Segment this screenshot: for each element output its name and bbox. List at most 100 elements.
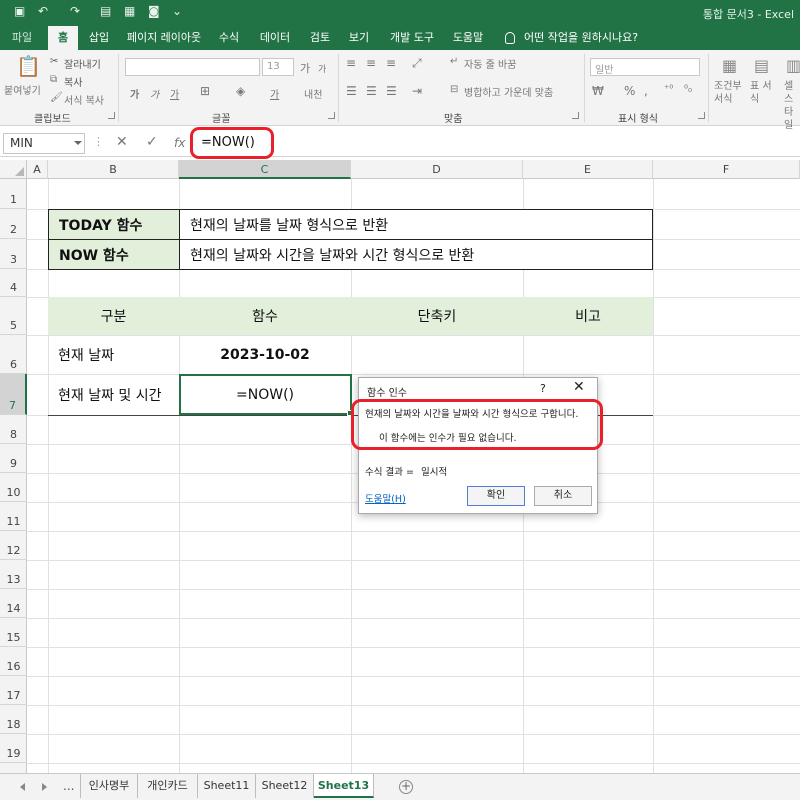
row-header-1[interactable]: 1 [0,179,27,209]
insert-function-button[interactable]: fx [174,136,185,150]
sheet-icon[interactable]: ▦ [124,4,135,18]
row-header-2[interactable]: 2 [0,209,27,239]
tab-data[interactable]: 데이터 [254,26,296,50]
sheet-tab-insa[interactable]: 인사명부 [80,774,138,798]
merge-center-button[interactable]: 병합하고 가운데 맞춤 [464,84,553,99]
font-color-button[interactable]: 가 [270,86,279,101]
cell-c3-now-desc[interactable]: 현재의 날짜와 시간을 날짜와 시간 형식으로 반환 [179,239,653,270]
cell-c6-date-value[interactable]: 2023-10-02 [179,335,351,374]
help-link[interactable]: 도움말(H) [365,491,406,505]
sheet-tab-sheet12[interactable]: Sheet12 [256,774,314,798]
tab-page-layout[interactable]: 페이지 레이아웃 [124,26,204,50]
select-all-button[interactable] [0,160,27,179]
align-middle-icon[interactable]: ≡ [366,56,376,70]
print-preview-icon[interactable]: ▤ [100,4,111,18]
number-format-combo[interactable]: 일반 [590,58,700,76]
row-header-18[interactable]: 18 [0,705,27,734]
tab-file[interactable]: 파일 [6,26,38,50]
sheet-next-icon[interactable] [42,783,47,791]
cancel-button[interactable]: 취소 [534,486,592,506]
row-header-19[interactable]: 19 [0,734,27,763]
format-as-table-icon[interactable]: ▤ [754,56,769,75]
wrap-text-icon[interactable]: ↵ [450,56,458,67]
tab-help[interactable]: 도움말 [448,26,488,50]
row-header-15[interactable]: 15 [0,618,27,647]
row-header-16[interactable]: 16 [0,647,27,676]
cell-c2-today-desc[interactable]: 현재의 날짜를 날짜 형식으로 반환 [179,209,653,240]
format-painter-button[interactable]: 서식 복사 [64,92,104,107]
tab-review[interactable]: 검토 [304,26,336,50]
cell-styles-button[interactable]: 셀 스타일 [784,80,798,132]
column-header-f[interactable]: F [653,160,800,179]
dialog-close-button[interactable]: ✕ [573,379,585,395]
indent-icon[interactable]: ⇥ [412,84,422,98]
column-header-a[interactable]: A [27,160,48,179]
grow-font-button[interactable]: 가 [300,60,310,76]
align-center-icon[interactable]: ☰ [366,84,377,98]
align-right-icon[interactable]: ☰ [386,84,397,98]
cell-b2-today-name[interactable]: TODAY 함수 [48,209,180,240]
row-header-9[interactable]: 9 [0,444,27,473]
increase-decimal-icon[interactable]: ⁺⁰ [664,84,673,95]
font-name-combo[interactable] [125,58,260,76]
column-header-e[interactable]: E [523,160,653,179]
sheet-more-button[interactable]: ... [63,779,74,793]
header-note[interactable]: 비고 [523,297,653,335]
merge-center-icon[interactable]: ⊟ [450,84,458,95]
accounting-format-icon[interactable]: ₩ [592,84,604,98]
column-header-b[interactable]: B [48,160,179,179]
tab-home[interactable]: 홈 [48,26,78,50]
header-category[interactable]: 구분 [48,297,179,335]
cancel-formula-button[interactable]: ✕ [116,134,128,150]
name-box[interactable]: MIN [3,133,85,154]
alignment-launcher-icon[interactable] [572,112,579,119]
phonetic-button[interactable]: 내천 [304,86,322,101]
font-size-combo[interactable]: 13 [262,58,294,76]
dialog-help-button[interactable]: ? [540,382,546,395]
formula-input[interactable]: =NOW() [195,133,795,154]
camera-icon[interactable]: ◙ [148,4,160,18]
fill-color-icon[interactable]: ◈ [236,84,245,98]
align-top-icon[interactable]: ≡ [346,56,356,70]
tab-view[interactable]: 보기 [344,26,374,50]
borders-icon[interactable]: ⊞ [200,84,210,98]
decrease-decimal-icon[interactable]: ⁰₀ [684,84,692,95]
customize-qat-icon[interactable]: ⌄ [172,4,182,18]
formula-bar-grip-icon[interactable]: ⋮ [93,135,104,148]
row-header-7[interactable]: 7 [0,374,27,415]
percent-button[interactable]: % [624,84,635,98]
align-bottom-icon[interactable]: ≡ [386,56,396,70]
underline-button[interactable]: 가 [170,86,179,101]
format-as-table-button[interactable]: 표 서식 [750,80,776,106]
clipboard-launcher-icon[interactable] [108,112,115,119]
add-sheet-button[interactable]: + [399,780,413,794]
conditional-formatting-button[interactable]: 조건부 서식 [714,80,746,106]
header-function[interactable]: 함수 [179,297,351,335]
undo-icon[interactable]: ↶ [38,4,48,18]
cut-icon[interactable]: ✂ [50,56,58,67]
copy-icon[interactable]: ⧉ [50,74,57,85]
paste-icon[interactable]: 📋 [16,54,41,78]
tab-developer[interactable]: 개발 도구 [384,26,440,50]
row-header-4[interactable]: 4 [0,269,27,297]
shrink-font-button[interactable]: 가 [318,62,326,75]
row-header-17[interactable]: 17 [0,676,27,705]
font-launcher-icon[interactable] [328,112,335,119]
cut-button[interactable]: 잘라내기 [64,56,101,71]
row-header-5[interactable]: 5 [0,297,27,335]
paste-button[interactable]: 붙여넣기 [4,82,41,97]
enter-formula-button[interactable]: ✓ [146,134,158,150]
wrap-text-button[interactable]: 자동 줄 바꿈 [464,56,516,71]
save-icon[interactable]: ▣ [14,4,25,18]
column-header-d[interactable]: D [351,160,523,179]
row-header-6[interactable]: 6 [0,335,27,374]
sheet-tab-card[interactable]: 개인카드 [138,774,198,798]
ok-button[interactable]: 확인 [467,486,525,506]
row-header-8[interactable]: 8 [0,415,27,444]
number-launcher-icon[interactable] [698,112,705,119]
tab-insert[interactable]: 삽입 [84,26,114,50]
sheet-prev-icon[interactable] [20,783,25,791]
row-header-14[interactable]: 14 [0,589,27,618]
cell-b6-date-label[interactable]: 현재 날짜 [48,335,179,374]
row-header-12[interactable]: 12 [0,531,27,560]
